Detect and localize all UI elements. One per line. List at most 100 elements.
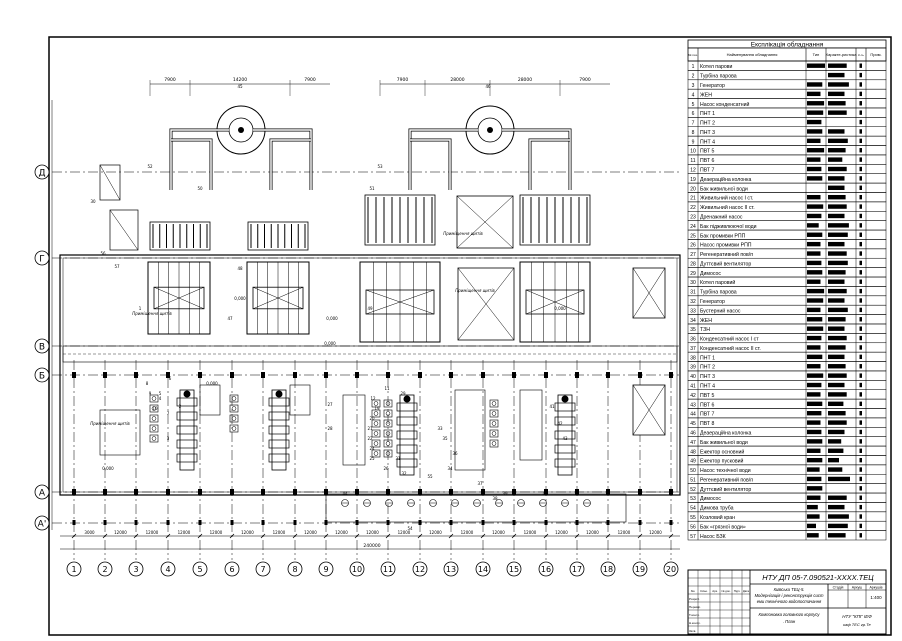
heater bbox=[229, 404, 239, 413]
spec-char-redaction bbox=[828, 411, 846, 416]
gas-duct bbox=[171, 138, 213, 190]
spec-qty-mark bbox=[859, 504, 862, 510]
main-building-plan: ДГВБАА'1 2 3 4 5 6 7 8 9 10 11 12 13 14 15 16 17 18 19 2030… bbox=[34, 77, 681, 577]
spec-row-num: 11 bbox=[690, 158, 695, 164]
spec-type-redaction bbox=[807, 364, 821, 369]
elevation-mark-2: 0,000 bbox=[102, 466, 114, 471]
spec-row: 35 ТЗН bbox=[687, 323, 887, 334]
heater-ring bbox=[231, 426, 237, 431]
gas-duct bbox=[269, 138, 311, 190]
axis-label-2: 2 bbox=[102, 565, 107, 574]
spec-row-num: 34 bbox=[690, 318, 696, 324]
axis-label-А: А bbox=[39, 489, 46, 499]
spec-row-num: 56 bbox=[690, 524, 696, 530]
spec-row-name: ПНТ 1 bbox=[700, 111, 715, 117]
spec-row-num: 10 bbox=[690, 149, 696, 155]
duct-block-left bbox=[169, 105, 313, 190]
spec-row-name: Ежектор пусковий bbox=[700, 458, 743, 465]
spec-char-redaction bbox=[828, 448, 844, 453]
dim-bottom-3: 12000 bbox=[178, 530, 191, 535]
axis-label-7: 7 bbox=[260, 565, 265, 574]
spec-row-num: 2 bbox=[692, 74, 695, 80]
callout-8: 6 bbox=[169, 376, 172, 381]
spec-qty-mark bbox=[859, 223, 862, 228]
specification-table: Експлікація обладнання № поз. Найменування… bbox=[687, 39, 887, 541]
dim-bottom-6: 12000 bbox=[273, 530, 286, 535]
spec-row: 36 Конденсатний насос І ст bbox=[687, 333, 887, 344]
spec-row: 22 Живильний насос ІІ ст. bbox=[687, 201, 887, 212]
callout-37: 43 bbox=[562, 436, 568, 441]
column-a bbox=[638, 489, 642, 495]
turbine-4 bbox=[554, 394, 576, 476]
spec-row: 57 Насос БЗК bbox=[687, 530, 887, 541]
stamp-project-line-2: еми технічного водопостачання bbox=[757, 599, 822, 604]
callout-4: 2 bbox=[179, 404, 182, 409]
stamp-stage-hdr: Стадія bbox=[833, 586, 844, 590]
spec-qty-mark bbox=[859, 382, 862, 388]
callout-43: 49 bbox=[367, 306, 373, 311]
spec-qty-mark bbox=[859, 420, 862, 425]
spec-row-num: 57 bbox=[690, 534, 696, 540]
spec-row: 47 Бак живильної води bbox=[687, 436, 887, 447]
spec-row-num: 25 bbox=[690, 233, 696, 239]
spec-row-name: ПНТ 4 bbox=[700, 384, 715, 390]
spec-row-name: Бак «грязної води» bbox=[700, 524, 746, 530]
heater bbox=[489, 439, 499, 448]
spec-row-num: 44 bbox=[690, 412, 696, 418]
column-a2 bbox=[418, 520, 422, 525]
spec-char-redaction bbox=[828, 176, 845, 181]
callout-9: 7 bbox=[167, 411, 170, 416]
spec-qty-mark bbox=[859, 298, 862, 303]
spec-row: 41 ПНТ 4 bbox=[687, 380, 887, 390]
gas-duct bbox=[410, 138, 452, 190]
spec-type-redaction bbox=[807, 166, 822, 172]
column-a2 bbox=[544, 520, 548, 525]
spec-char-redaction bbox=[828, 476, 850, 482]
column-a2 bbox=[261, 520, 265, 525]
gas-duct bbox=[528, 138, 570, 190]
stamp-sheet-title-1: Компоновка головного корпусу bbox=[758, 612, 820, 617]
axis-label-14: 14 bbox=[478, 565, 488, 574]
heater-ring bbox=[151, 416, 157, 421]
spec-row: 56 Бак «грязної води» bbox=[687, 520, 887, 531]
spec-header-type: Тип bbox=[813, 52, 820, 57]
callout-48: 54 bbox=[407, 526, 413, 531]
callout-17: 21 bbox=[367, 426, 373, 431]
spec-row: 2 Турбіна парова bbox=[687, 70, 887, 81]
heater-ring bbox=[385, 441, 391, 446]
chimney-core bbox=[238, 127, 244, 133]
axis-label-Г: Г bbox=[39, 255, 45, 265]
spec-row-num: 29 bbox=[690, 271, 696, 277]
dim-bottom-12: 12000 bbox=[461, 530, 474, 535]
column-a bbox=[198, 489, 202, 495]
spec-char-redaction bbox=[828, 138, 848, 144]
spec-qty-mark bbox=[859, 166, 862, 172]
spec-row: 3 Генератор bbox=[687, 79, 887, 90]
heater-ring bbox=[491, 421, 497, 426]
stamp-role-hdr-3: № док. bbox=[722, 589, 731, 593]
axis-label-9: 9 bbox=[323, 565, 328, 574]
fan-unit-1 bbox=[99, 164, 121, 201]
crossed-box-2 bbox=[632, 267, 666, 319]
spec-row: 28 Дуттєвий вентилятор bbox=[687, 257, 887, 268]
fan-unit-0 bbox=[109, 209, 139, 251]
dim-bottom-8: 12000 bbox=[335, 530, 348, 535]
fan-diag bbox=[109, 209, 139, 251]
spec-type-redaction bbox=[807, 467, 820, 472]
spec-qty-mark bbox=[859, 354, 862, 360]
heater-ring bbox=[491, 441, 497, 446]
spec-qty-mark bbox=[859, 345, 862, 350]
spec-row-box bbox=[687, 323, 887, 334]
spec-row: 51 Регенеративний пов/п bbox=[687, 474, 887, 484]
dim-bottom-0: 3000 bbox=[84, 530, 95, 535]
spec-char-redaction bbox=[828, 439, 842, 444]
heater-ring bbox=[373, 441, 379, 446]
heater-ring bbox=[491, 401, 497, 406]
column-a2 bbox=[134, 520, 138, 525]
spec-char-redaction bbox=[828, 457, 839, 463]
spec-row-num: 54 bbox=[690, 506, 696, 512]
callout-36: 42 bbox=[557, 421, 563, 426]
column-a bbox=[669, 489, 673, 495]
crossed-box-3 bbox=[632, 384, 666, 436]
spec-qty-mark bbox=[859, 457, 862, 463]
